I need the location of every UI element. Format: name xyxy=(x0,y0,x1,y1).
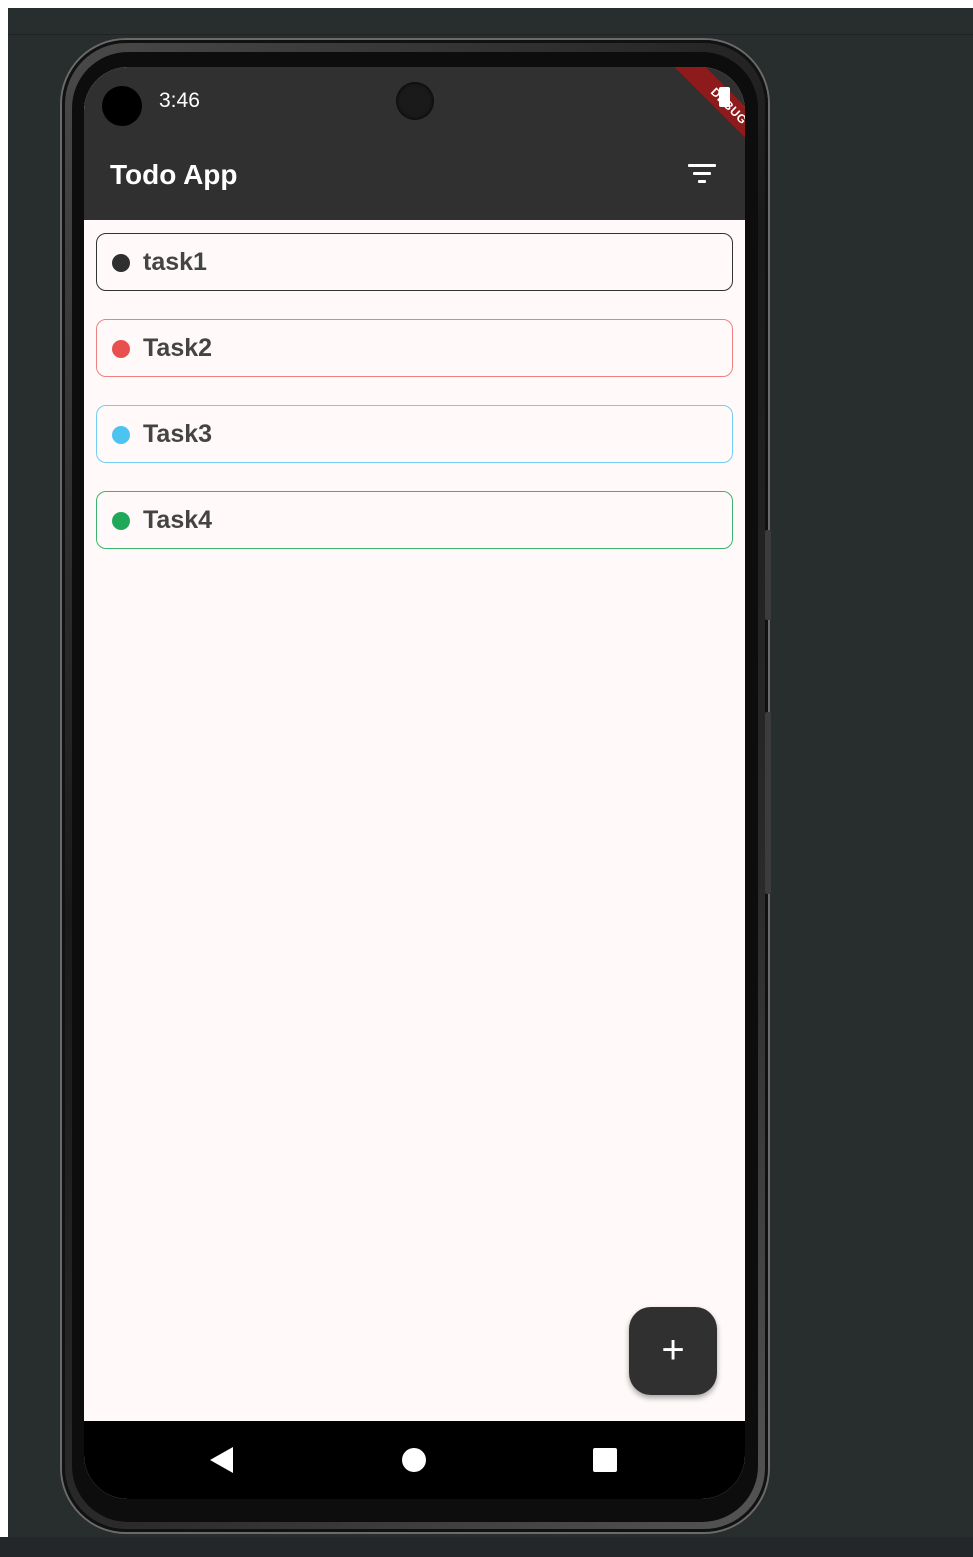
debug-banner: DEBUG xyxy=(661,67,745,174)
app-bar: 3:46 DEBUG Todo App xyxy=(84,67,745,220)
recents-square-icon[interactable] xyxy=(593,1448,617,1472)
task-color-dot-icon xyxy=(112,340,130,358)
task-label: Task2 xyxy=(143,334,213,362)
window-top-edge xyxy=(0,0,973,8)
task-color-dot-icon xyxy=(112,512,130,530)
page-title: Todo App xyxy=(110,159,238,190)
list-item[interactable]: Task3 xyxy=(96,405,733,463)
add-icon: + xyxy=(661,1328,685,1372)
divider xyxy=(8,34,973,35)
list-item[interactable]: Task2 xyxy=(96,319,733,377)
list-item[interactable]: task1 xyxy=(96,233,733,291)
power-button[interactable] xyxy=(765,712,771,894)
front-camera-icon xyxy=(396,82,434,120)
system-nav-bar xyxy=(84,1421,745,1499)
status-dot-icon xyxy=(102,86,142,126)
list-item[interactable]: Task4 xyxy=(96,491,733,549)
task-list: task1 Task2 Task3 Task4 xyxy=(96,233,733,577)
task-label: Task4 xyxy=(143,506,213,534)
task-label: Task3 xyxy=(143,420,213,448)
back-triangle-icon[interactable] xyxy=(210,1447,233,1473)
window-edge xyxy=(0,0,8,1557)
phone-screen: 3:46 DEBUG Todo App task1 Task2 Task3 Ta… xyxy=(84,67,745,1499)
task-label: task1 xyxy=(143,248,207,276)
add-task-button[interactable]: + xyxy=(629,1307,717,1395)
filter-list-icon[interactable] xyxy=(688,162,718,186)
home-circle-icon[interactable] xyxy=(402,1448,426,1472)
task-color-dot-icon xyxy=(112,254,130,272)
task-color-dot-icon xyxy=(112,426,130,444)
status-time: 3:46 xyxy=(159,89,200,112)
battery-icon xyxy=(719,87,730,107)
volume-button[interactable] xyxy=(765,530,771,620)
emulator-bottom-bar xyxy=(0,1537,973,1557)
